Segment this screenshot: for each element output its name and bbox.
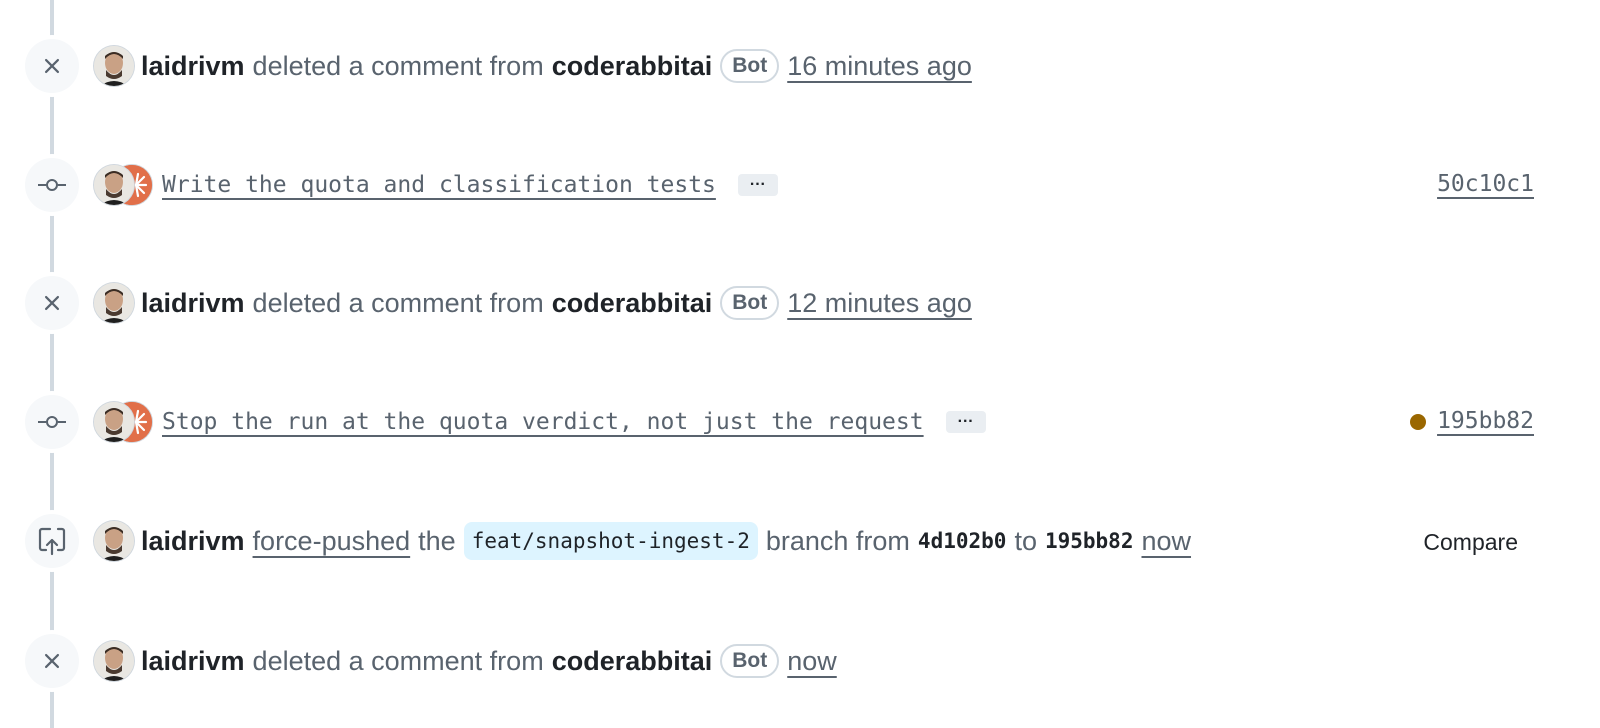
timestamp-link[interactable]: 12 minutes ago bbox=[787, 283, 972, 323]
timeline-line bbox=[50, 0, 54, 728]
timeline-event-comment-deleted: laidrivm deleted a comment from coderabb… bbox=[0, 275, 1600, 331]
event-text-to: to bbox=[1014, 526, 1037, 556]
author-link[interactable]: laidrivm bbox=[141, 46, 245, 86]
close-icon bbox=[25, 39, 79, 93]
close-icon bbox=[25, 276, 79, 330]
commit-authors bbox=[94, 402, 152, 442]
expand-commit-button[interactable]: ··· bbox=[737, 174, 778, 196]
avatar[interactable] bbox=[94, 46, 134, 86]
close-icon bbox=[25, 634, 79, 688]
timeline-event-commit: Write the quota and classification tests… bbox=[0, 157, 1600, 213]
author-link[interactable]: laidrivm bbox=[141, 283, 245, 323]
event-text-branch-from: branch from bbox=[765, 526, 910, 556]
event-action: deleted a comment from bbox=[252, 646, 544, 676]
timeline-event-comment-deleted: laidrivm deleted a comment from coderabb… bbox=[0, 38, 1600, 94]
commit-message-link[interactable]: Stop the run at the quota verdict, not j… bbox=[162, 402, 924, 442]
avatar[interactable] bbox=[94, 165, 134, 205]
git-commit-icon bbox=[25, 395, 79, 449]
timeline-event-comment-deleted: laidrivm deleted a comment from coderabb… bbox=[0, 633, 1600, 689]
force-pushed-link[interactable]: force-pushed bbox=[253, 521, 411, 561]
bot-badge: Bot bbox=[720, 49, 780, 83]
event-text-the: the bbox=[418, 526, 456, 556]
target-author[interactable]: coderabbitai bbox=[552, 641, 713, 681]
compare-button[interactable]: Compare bbox=[1423, 529, 1518, 556]
from-sha-link[interactable]: 4d102b0 bbox=[918, 521, 1007, 561]
event-action: deleted a comment from bbox=[252, 288, 544, 318]
commit-authors bbox=[94, 165, 152, 205]
timeline-event-force-push: laidrivm force-pushed the feat/snapshot-… bbox=[0, 513, 1600, 569]
repo-push-icon bbox=[25, 514, 79, 568]
commit-sha-link[interactable]: 195bb82 bbox=[1437, 408, 1534, 434]
avatar[interactable] bbox=[94, 402, 134, 442]
timestamp-link[interactable]: now bbox=[787, 641, 837, 681]
author-link[interactable]: laidrivm bbox=[141, 521, 245, 561]
to-sha-link[interactable]: 195bb82 bbox=[1045, 521, 1134, 561]
commit-sha-link[interactable]: 50c10c1 bbox=[1437, 171, 1534, 197]
git-commit-icon bbox=[25, 158, 79, 212]
author-link[interactable]: laidrivm bbox=[141, 641, 245, 681]
avatar[interactable] bbox=[94, 641, 134, 681]
timestamp-link[interactable]: 16 minutes ago bbox=[787, 46, 972, 86]
pending-status-icon[interactable] bbox=[1410, 414, 1426, 430]
bot-badge: Bot bbox=[720, 286, 780, 320]
avatar[interactable] bbox=[94, 521, 134, 561]
bot-badge: Bot bbox=[720, 644, 780, 678]
expand-commit-button[interactable]: ··· bbox=[945, 411, 986, 433]
avatar[interactable] bbox=[94, 283, 134, 323]
event-action: deleted a comment from bbox=[252, 51, 544, 81]
timestamp-link[interactable]: now bbox=[1141, 521, 1191, 561]
target-author[interactable]: coderabbitai bbox=[552, 283, 713, 323]
branch-name[interactable]: feat/snapshot-ingest-2 bbox=[463, 522, 758, 560]
commit-message-link[interactable]: Write the quota and classification tests bbox=[162, 165, 716, 205]
target-author[interactable]: coderabbitai bbox=[552, 46, 713, 86]
timeline-event-commit: Stop the run at the quota verdict, not j… bbox=[0, 394, 1600, 450]
